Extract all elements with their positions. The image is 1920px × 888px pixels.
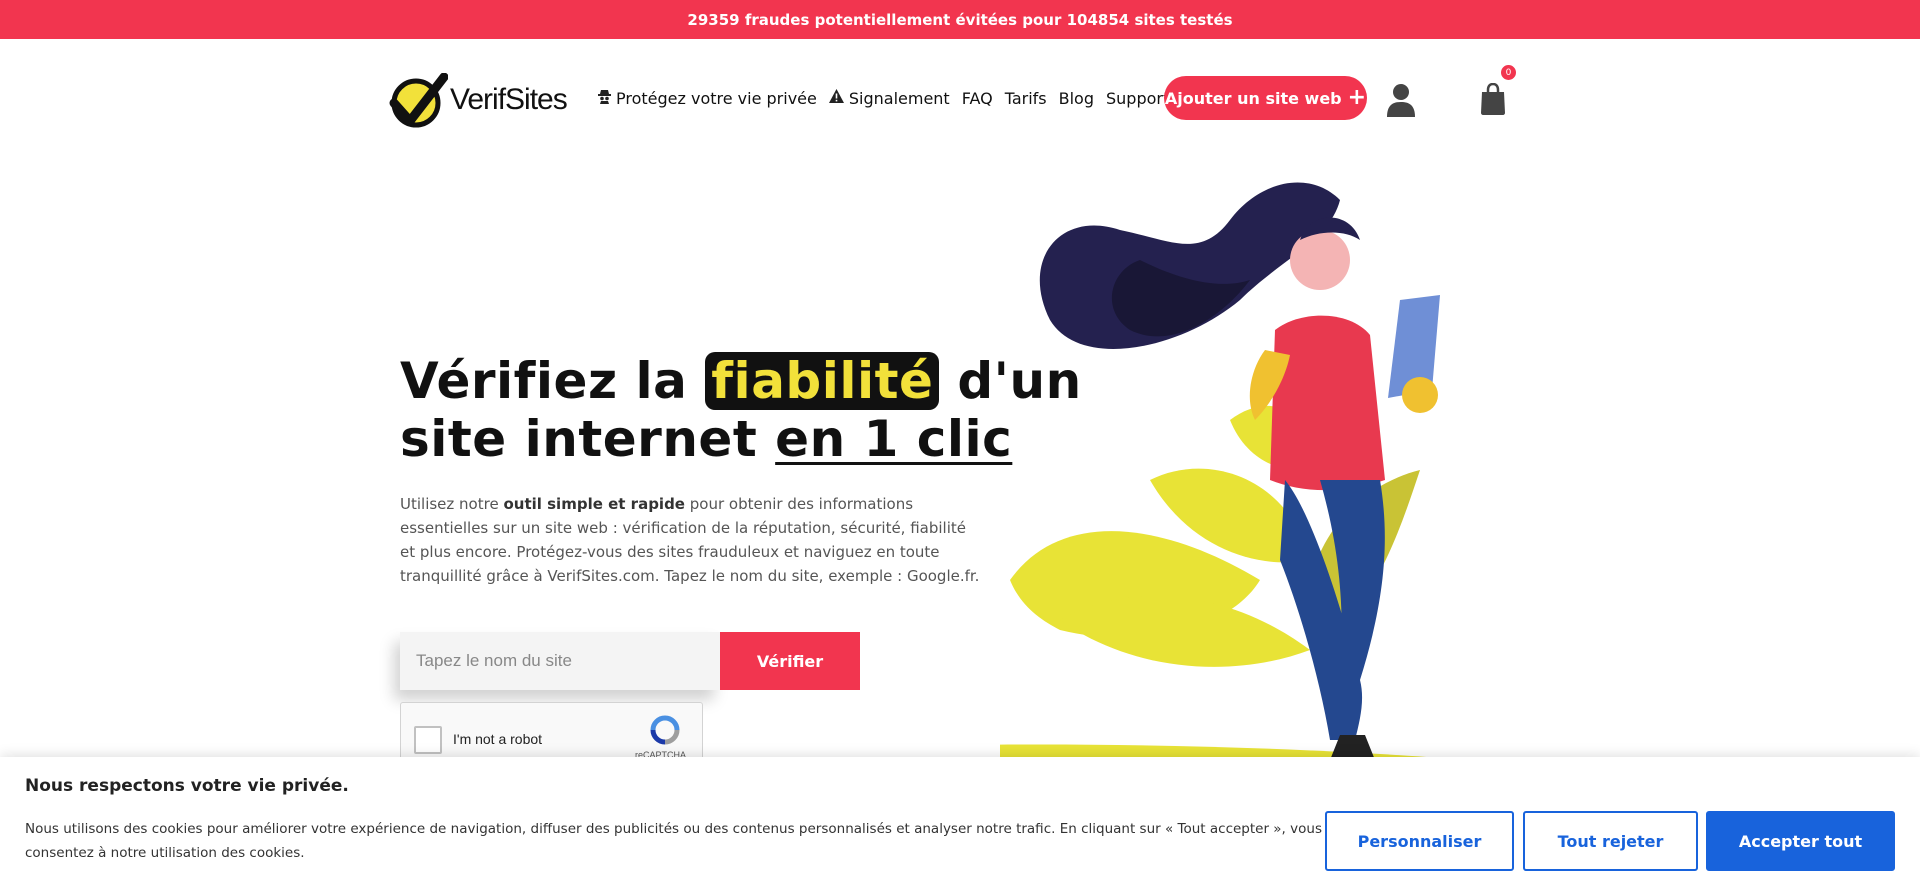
search-form: Vérifier [400, 632, 860, 690]
spy-icon [598, 89, 611, 108]
add-site-label: Ajouter un site web [1164, 88, 1342, 108]
nav-item-blog[interactable]: Blog [1059, 89, 1094, 108]
title-part1: Vérifiez la [400, 352, 688, 410]
title-highlight: fiabilité [705, 352, 940, 410]
recaptcha-label: I'm not a robot [453, 731, 543, 747]
recaptcha-widget: I'm not a robot reCAPTCHA [400, 702, 703, 762]
banner-text: 29359 fraudes potentiellement évitées po… [687, 10, 1233, 29]
accept-all-button[interactable]: Accepter tout [1706, 811, 1895, 871]
nav-item-faq[interactable]: FAQ [962, 89, 993, 108]
logo-check-icon [389, 73, 448, 128]
cookie-title: Nous respectons votre vie privée. [25, 776, 349, 796]
recaptcha-logo-icon [650, 715, 680, 745]
warning-icon [828, 89, 844, 107]
logo-text: VerifSites [450, 83, 568, 116]
nav-label: FAQ [961, 88, 993, 108]
verify-button[interactable]: Vérifier [720, 632, 860, 690]
site-search-input[interactable] [400, 632, 720, 690]
cart-count-badge: 0 [1501, 65, 1516, 80]
add-site-button[interactable]: Ajouter un site web + [1164, 76, 1367, 120]
plus-icon: + [1347, 85, 1367, 110]
user-icon[interactable] [1386, 83, 1416, 117]
hero-illustration [1000, 182, 1440, 760]
nav-item-support[interactable]: Support [1106, 89, 1169, 108]
nav-label: Tarifs [1004, 88, 1047, 108]
shopping-bag-icon[interactable] [1480, 83, 1506, 115]
desc-prefix: Utilisez notre [400, 495, 499, 513]
nav-label: Blog [1058, 88, 1094, 108]
nav-label: Signalement [848, 88, 950, 108]
site-header: VerifSites Protégez votre vie privée Sig… [0, 39, 1920, 159]
top-banner: 29359 fraudes potentiellement évitées po… [0, 0, 1920, 39]
main-nav: Protégez votre vie privée Signalement FA… [598, 77, 1181, 119]
customize-button[interactable]: Personnaliser [1325, 811, 1514, 871]
nav-label: Support [1106, 88, 1170, 108]
hero-title: Vérifiez la fiabilité d'un site internet… [400, 352, 1082, 468]
nav-item-report[interactable]: Signalement [828, 88, 950, 108]
cookie-consent-bar: Nous respectons votre vie privée. Nous u… [0, 757, 1920, 888]
desc-bold: outil simple et rapide [503, 495, 685, 513]
title-underline: en 1 clic [775, 410, 1013, 468]
nav-label: Protégez votre vie privée [616, 88, 817, 108]
hero-description: Utilisez notre outil simple et rapide po… [400, 492, 982, 588]
recaptcha-checkbox[interactable] [414, 726, 442, 754]
logo[interactable]: VerifSites [388, 73, 568, 129]
nav-item-pricing[interactable]: Tarifs [1005, 89, 1047, 108]
title-line2: site internet [400, 410, 758, 468]
cookie-text: Nous utilisons des cookies pour améliore… [25, 821, 1322, 861]
nav-item-privacy[interactable]: Protégez votre vie privée [598, 89, 817, 108]
reject-all-button[interactable]: Tout rejeter [1523, 811, 1698, 871]
